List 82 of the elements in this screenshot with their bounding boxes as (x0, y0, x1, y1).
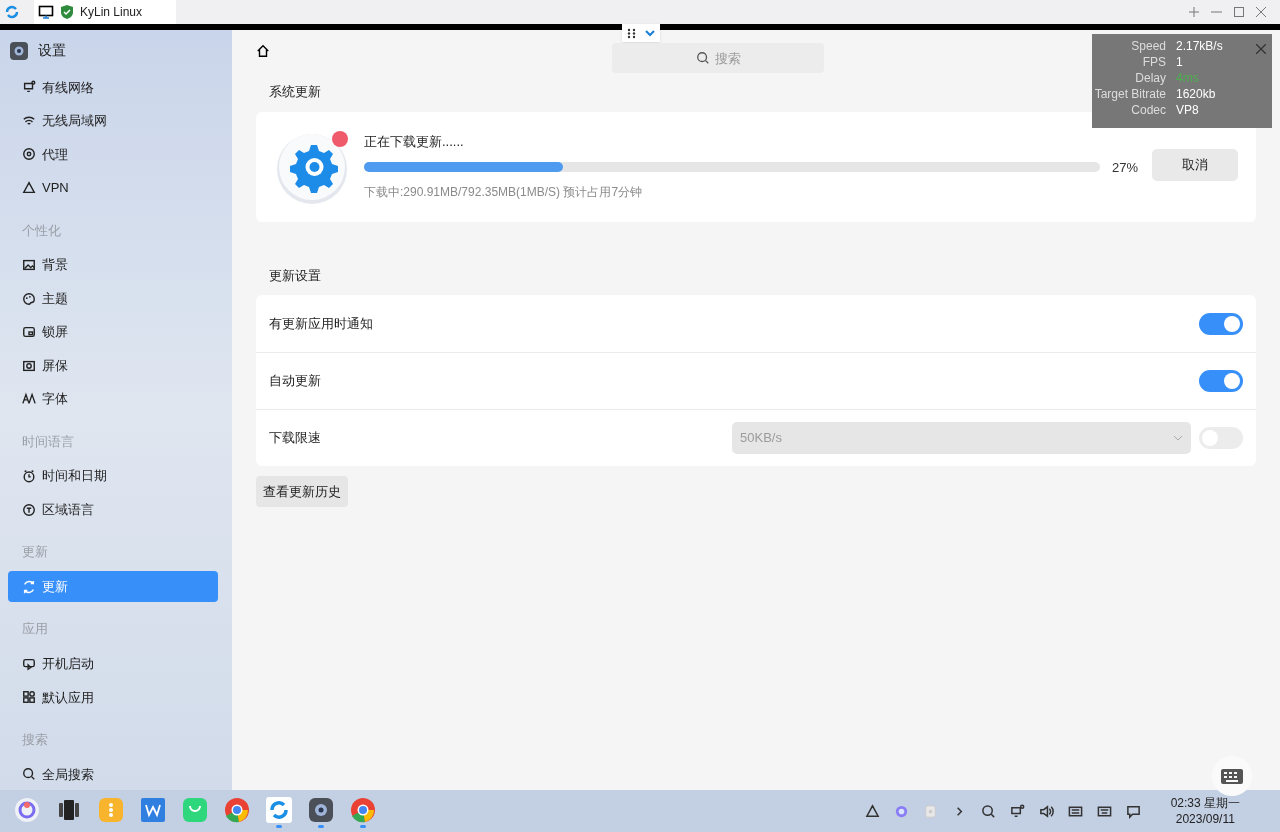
image-icon (22, 258, 36, 272)
search-field[interactable]: 搜索 (612, 43, 824, 73)
volume-icon[interactable] (1038, 803, 1054, 819)
sidebar-item[interactable]: 有线网络 (8, 71, 218, 104)
grip-icon (626, 27, 636, 39)
toggle-switch[interactable] (1199, 312, 1243, 335)
stat-label: Target Bitrate (1093, 86, 1167, 102)
lock-screen-icon (22, 325, 36, 340)
sidebar-item[interactable]: VPN (8, 172, 218, 204)
network-icon (22, 80, 36, 95)
search-icon[interactable] (980, 803, 996, 819)
sidebar-item[interactable]: 屏保 (8, 349, 218, 382)
close-icon[interactable] (1256, 7, 1266, 17)
progress-percent: 27% (1110, 158, 1138, 177)
sidebar-item[interactable]: 默认应用 (8, 681, 218, 714)
chevron-down-icon (1173, 435, 1183, 441)
launcher-icon[interactable] (14, 797, 40, 823)
section-title: 更新设置 (269, 266, 321, 285)
settings-icon[interactable] (308, 797, 334, 823)
stat-value: 1620kb (1176, 86, 1216, 102)
stat-label: Speed (1130, 38, 1167, 54)
browser-icon[interactable] (350, 797, 376, 823)
app-title: 设置 (38, 41, 66, 61)
setting-label: 有更新应用时通知 (269, 314, 373, 333)
cancel-button[interactable]: 取消 (1152, 148, 1238, 181)
sidebar-item[interactable]: 时间和日期 (8, 460, 218, 492)
font-icon (22, 392, 36, 407)
stat-label: Delay (1134, 70, 1167, 86)
search-icon (696, 51, 710, 65)
browser-icon[interactable] (224, 797, 250, 823)
close-icon[interactable] (1256, 44, 1266, 54)
sync-icon[interactable] (266, 797, 292, 823)
history-button[interactable]: 查看更新历史 (256, 476, 348, 507)
browser-tab[interactable]: KyLin Linux (34, 0, 176, 24)
sidebar-item[interactable]: 区域语言 (8, 493, 218, 526)
download-detail: 下载中:290.91MB/792.35MB(1MB/S) 预计占用7分钟 (364, 184, 643, 201)
section-heading: 搜索 (21, 731, 48, 750)
stat-value: 4ms (1176, 70, 1199, 86)
sidebar-item[interactable]: 背景 (8, 249, 218, 281)
alarm-clock-icon (22, 469, 36, 484)
window-icon[interactable] (56, 797, 82, 823)
toggle-switch[interactable] (1199, 370, 1243, 392)
shield-icon (60, 4, 74, 20)
plus-icon[interactable] (1189, 7, 1199, 17)
sidebar-item[interactable]: 全局搜索 (8, 758, 218, 791)
section-title: 系统更新 (269, 83, 321, 101)
office-icon[interactable] (140, 797, 166, 823)
section-heading: 时间语言 (21, 432, 74, 451)
network-icon[interactable] (1009, 803, 1025, 819)
sidebar-item[interactable]: 代理 (8, 138, 218, 171)
stat-label: Codec (1130, 102, 1167, 118)
settings-icon (10, 41, 28, 60)
section-heading: 应用 (21, 620, 48, 639)
sidebar-item[interactable]: 字体 (8, 383, 218, 415)
section-heading: 个性化 (21, 221, 61, 240)
clock[interactable]: 02:33 星期一 2023/09/11 (1170, 795, 1240, 827)
tab-title: KyLin Linux (80, 4, 143, 21)
sidebar-item[interactable]: 开机启动 (8, 648, 218, 680)
sidebar-item[interactable]: 主题 (8, 282, 218, 315)
screensaver-icon (22, 358, 36, 373)
chevron-down-icon (645, 29, 656, 37)
search-icon (22, 767, 36, 782)
sidebar-item[interactable]: 无线局域网 (8, 105, 218, 137)
notification-icon[interactable] (1125, 803, 1141, 819)
section-heading: 更新 (21, 543, 48, 562)
download-status: 正在下载更新...... (364, 133, 464, 151)
stat-label: FPS (1141, 54, 1167, 70)
stat-value: VP8 (1176, 102, 1199, 118)
floating-toolbar[interactable] (622, 24, 660, 42)
startup-icon (22, 656, 36, 671)
stat-value: 2.17kB/s (1176, 38, 1223, 54)
maximize-icon[interactable] (1234, 7, 1244, 17)
setting-label: 自动更新 (269, 372, 321, 391)
palette-icon (22, 291, 36, 306)
monitor-icon (38, 4, 54, 20)
setting-label: 下载限速 (269, 429, 321, 448)
stat-value: 1 (1176, 54, 1183, 70)
home-icon[interactable] (256, 44, 270, 58)
apps-grid-icon (22, 690, 36, 705)
sync-icon (4, 4, 20, 20)
refresh-icon (22, 579, 36, 594)
sidebar-item[interactable]: 锁屏 (8, 316, 218, 348)
